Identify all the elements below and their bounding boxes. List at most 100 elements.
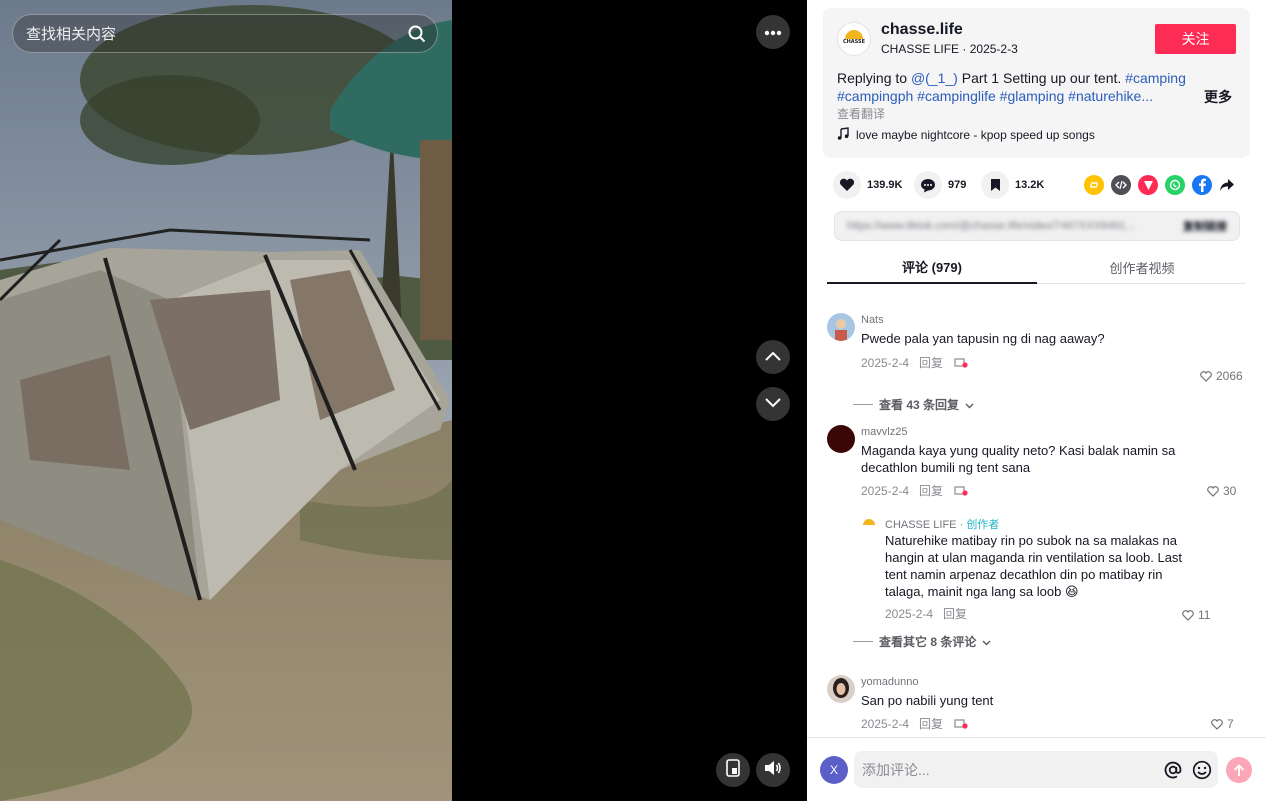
video-player[interactable]: 查找相关内容 bbox=[0, 0, 807, 801]
music-link[interactable]: love maybe nightcore - kpop speed up son… bbox=[837, 127, 1095, 143]
divider-line bbox=[853, 641, 873, 642]
hashtag-link[interactable]: #campinglife bbox=[917, 88, 996, 104]
hashtag-link[interactable]: #glamping bbox=[1000, 88, 1065, 104]
comment-like-button[interactable]: 30 bbox=[1207, 484, 1236, 498]
reply-like-button[interactable]: 11 bbox=[1182, 608, 1210, 622]
comment-meta: 2025-2-4 回复 bbox=[861, 715, 969, 732]
arrow-up-icon bbox=[1233, 763, 1245, 776]
view-more-replies-button[interactable]: 查看其它 8 条评论 bbox=[853, 633, 991, 650]
reply-username[interactable]: CHASSE LIFE · 创作者 bbox=[885, 516, 999, 532]
reply-like-count: 11 bbox=[1198, 608, 1211, 622]
comment-list[interactable]: Nats Pwede pala yan tapusin ng di nag aa… bbox=[807, 300, 1266, 737]
comment-button[interactable]: 979 bbox=[914, 171, 966, 199]
video-caption: Replying to @(_1_) Part 1 Setting up our… bbox=[837, 69, 1187, 105]
translate-link[interactable]: 查看翻译 bbox=[837, 105, 885, 122]
comment-item: yomadunno San po nabili yung tent 2025-2… bbox=[827, 675, 1257, 735]
comment-like-count: 2066 bbox=[1216, 369, 1243, 383]
author-display-name: CHASSE LIFE bbox=[881, 42, 960, 56]
like-count: 139.9K bbox=[867, 179, 903, 191]
embed-icon[interactable] bbox=[1111, 175, 1131, 195]
like-button[interactable]: 139.9K bbox=[833, 171, 902, 199]
chasse-logo: CHASSE bbox=[843, 30, 866, 45]
heart-outline-icon bbox=[1200, 370, 1212, 382]
bookmark-icon bbox=[981, 171, 1009, 199]
comment-username[interactable]: Nats bbox=[861, 314, 884, 326]
comment-username[interactable]: yomadunno bbox=[861, 676, 919, 688]
video-frame[interactable] bbox=[0, 0, 452, 801]
comment-icon bbox=[914, 171, 942, 199]
hashtag-link[interactable]: #camping bbox=[1125, 70, 1186, 86]
next-video-button[interactable] bbox=[756, 387, 790, 421]
previous-video-button[interactable] bbox=[756, 340, 790, 374]
view-replies-button[interactable]: 查看 43 条回复 bbox=[853, 396, 974, 413]
search-input[interactable]: 查找相关内容 bbox=[26, 23, 397, 44]
caption-prefix: Replying to bbox=[837, 70, 911, 86]
tab-creator-videos[interactable]: 创作者视频 bbox=[1037, 250, 1247, 284]
mention-icon[interactable] bbox=[1160, 757, 1186, 783]
gift-icon[interactable] bbox=[953, 482, 969, 499]
reply-button[interactable]: 回复 bbox=[943, 605, 967, 622]
send-to-friend-icon[interactable] bbox=[1138, 175, 1158, 195]
chevron-down-icon bbox=[765, 395, 781, 413]
comment-count: 979 bbox=[948, 179, 967, 191]
hashtag-link[interactable]: #naturehike... bbox=[1068, 88, 1153, 104]
creator-avatar[interactable] bbox=[859, 515, 879, 535]
tab-comments[interactable]: 评论 (979) bbox=[827, 250, 1037, 284]
picture-in-picture-icon bbox=[726, 758, 740, 782]
hashtag-link[interactable]: #campingph bbox=[837, 88, 913, 104]
creator-reply: CHASSE LIFE · 创作者 Naturehike matibay rin… bbox=[859, 515, 1239, 622]
author-avatar[interactable]: CHASSE bbox=[837, 22, 871, 56]
share-arrow-icon[interactable] bbox=[1217, 175, 1237, 195]
author-name[interactable]: chasse.life bbox=[881, 21, 963, 39]
comment-item: mavvlz25 Maganda kaya yung quality neto?… bbox=[827, 425, 1257, 650]
reply-button[interactable]: 回复 bbox=[919, 354, 943, 371]
video-url[interactable]: https://www.tiktok.com/@chasse.life/vide… bbox=[847, 220, 1171, 232]
reply-button[interactable]: 回复 bbox=[919, 482, 943, 499]
avatar[interactable] bbox=[827, 675, 855, 703]
comment-username[interactable]: mavvlz25 bbox=[861, 426, 907, 438]
comment-like-count: 7 bbox=[1227, 717, 1234, 731]
heart-outline-icon bbox=[1207, 485, 1219, 497]
svg-text:CHASSE: CHASSE bbox=[843, 39, 866, 45]
comment-input-placeholder[interactable]: 添加评论... bbox=[862, 760, 1160, 780]
reply-button[interactable]: 回复 bbox=[919, 715, 943, 732]
save-count: 13.2K bbox=[1015, 179, 1045, 191]
avatar[interactable] bbox=[827, 313, 855, 341]
comment-item: Nats Pwede pala yan tapusin ng di nag aa… bbox=[827, 313, 1257, 413]
music-title: love maybe nightcore - kpop speed up son… bbox=[856, 128, 1095, 142]
expand-caption-button[interactable]: 更多 bbox=[1204, 87, 1232, 107]
caption-text: Part 1 Setting up our tent. bbox=[957, 70, 1126, 86]
gift-icon[interactable] bbox=[953, 715, 969, 732]
whatsapp-icon[interactable] bbox=[1165, 175, 1185, 195]
gift-icon[interactable] bbox=[953, 354, 969, 371]
comment-input[interactable]: 添加评论... bbox=[854, 751, 1218, 788]
chevron-up-icon bbox=[765, 348, 781, 366]
follow-button[interactable]: 关注 bbox=[1155, 24, 1236, 54]
author-subtitle: CHASSE LIFE · 2025-2-3 bbox=[881, 42, 1018, 56]
float-window-button[interactable] bbox=[716, 753, 750, 787]
heart-outline-icon bbox=[1182, 609, 1194, 621]
search-icon[interactable] bbox=[397, 15, 437, 52]
video-info-card: CHASSE chasse.life CHASSE LIFE · 2025-2-… bbox=[823, 8, 1250, 158]
copy-link-box[interactable]: https://www.tiktok.com/@chasse.life/vide… bbox=[834, 211, 1240, 241]
comment-date: 2025-2-4 bbox=[861, 355, 910, 370]
more-options-button[interactable] bbox=[756, 15, 790, 49]
mention-link[interactable]: @(_1_) bbox=[911, 70, 958, 86]
heart-outline-icon bbox=[1211, 718, 1223, 730]
repost-icon[interactable] bbox=[1084, 175, 1104, 195]
emoji-icon[interactable] bbox=[1189, 757, 1215, 783]
divider-line bbox=[853, 404, 873, 405]
save-button[interactable]: 13.2K bbox=[981, 171, 1044, 199]
volume-button[interactable] bbox=[756, 753, 790, 787]
comment-like-button[interactable]: 2066 bbox=[1200, 369, 1243, 383]
search-bar[interactable]: 查找相关内容 bbox=[12, 14, 438, 53]
comment-like-button[interactable]: 7 bbox=[1211, 717, 1234, 731]
facebook-icon[interactable] bbox=[1192, 175, 1212, 195]
view-replies-label: 查看其它 8 条评论 bbox=[879, 635, 977, 649]
avatar[interactable] bbox=[827, 425, 855, 453]
send-comment-button[interactable] bbox=[1226, 757, 1252, 783]
reply-date: 2025-2-4 bbox=[885, 606, 934, 621]
copy-link-button[interactable]: 复制链接 bbox=[1183, 218, 1227, 234]
comment-text: Pwede pala yan tapusin ng di nag aaway? bbox=[861, 331, 1105, 346]
current-user-avatar[interactable]: X bbox=[820, 756, 848, 784]
